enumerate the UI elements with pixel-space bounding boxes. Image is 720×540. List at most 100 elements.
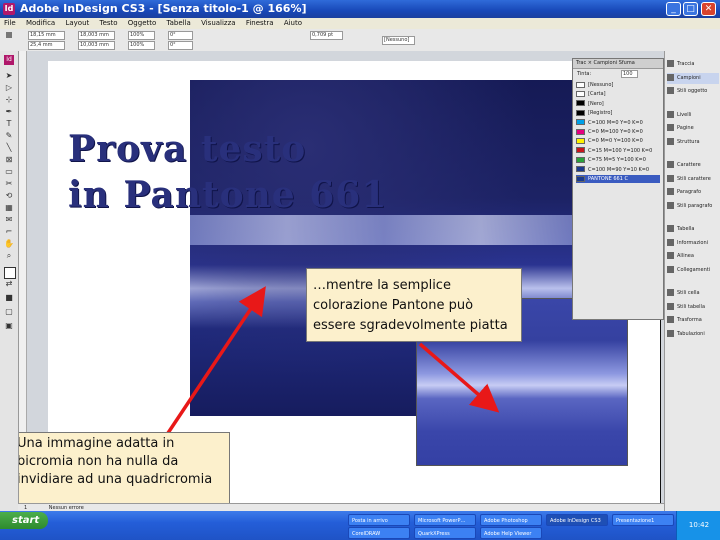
scissors-tool-icon[interactable]: ✂ [4,179,14,189]
type-tool-icon[interactable]: T [4,119,14,129]
dock-item-label: Stili carattere [677,175,711,182]
panel-icon [667,161,674,168]
dock-item[interactable]: Stili oggetto [667,86,719,97]
panel-icon [667,302,674,310]
dock-item[interactable]: Campioni [667,72,719,84]
taskbar-button[interactable]: QuarkXPress [414,527,476,539]
dock-item[interactable]: Informazioni [667,238,719,249]
swatch-label: [Nessuno] [588,82,614,88]
taskbar-button[interactable]: Posta in arrivo [348,514,410,526]
swatch-chip [576,109,585,116]
panel-icon [667,225,674,232]
gradient-tool-icon[interactable]: ▦ [4,203,14,213]
swatch-item[interactable]: C=0 M=100 Y=0 K=0 [576,128,660,136]
panel-icon [667,252,674,259]
dock-item[interactable]: Stili carattere [667,174,719,185]
panel-dock: Traccia Campioni Stili oggetto Livelli Pagin… [664,51,720,511]
dock-item[interactable]: Tabulazioni [667,329,719,340]
dock-item[interactable]: Stili cella [667,288,719,299]
swatch-item[interactable]: C=100 M=0 Y=0 K=0 [576,119,660,127]
preview-view-icon[interactable]: ▣ [4,321,14,331]
dock-item[interactable]: Traccia [667,59,719,70]
swatch-chip [576,128,585,135]
callout-flat-pantone: …mentre la semplice colorazione Pantone … [306,268,522,342]
zoom-tool-icon[interactable]: ⌕ [4,251,14,261]
panel-icon [667,110,674,118]
dock-item-label: Paragrafo [677,189,702,195]
direct-selection-icon[interactable]: ▷ [4,83,14,93]
dock-item-label: Struttura [677,138,700,145]
dock-item[interactable]: Trasforma [667,315,719,326]
dock-item[interactable]: Struttura [667,137,719,148]
swatch-chip [576,119,585,126]
taskbar-button[interactable]: Adobe Help Viewer [480,527,542,539]
dock-item[interactable]: Stili paragrafo [667,201,719,212]
dock-item-label: Informazioni [677,239,708,246]
free-transform-icon[interactable]: ⟲ [4,191,14,201]
taskbar-button[interactable]: Microsoft PowerP… [414,514,476,526]
swatch-chip [576,166,585,173]
panel-icon [667,188,674,195]
hand-tool-icon[interactable]: ✋ [4,239,14,249]
taskbar-button[interactable]: Adobe InDesign CS3 [546,514,608,526]
swatch-label: C=15 M=100 Y=100 K=0 [588,147,653,154]
callout-duotone: Una immagine adatta in bicromia non ha n… [10,432,230,508]
dock-item-label: Stili cella [677,290,700,296]
tools-panel: Id ➤ ▷ ⊹ ✒ T ✎ ╲ ⊠ ▭ ✂ ⟲ ▦ ✉ ⌐ ✋ ⌕ ⇄ ■ ▢… [0,51,19,511]
dock-item-label: Pagine [677,125,694,131]
dock-item[interactable]: Livelli [667,110,719,121]
swatch-label: [Carta] [588,91,606,98]
swatch-label: C=100 M=0 Y=0 K=0 [588,119,643,126]
fill-swatch-icon[interactable] [4,267,16,279]
swatch-chip [576,81,585,88]
selection-tool-icon[interactable]: ➤ [4,71,14,81]
dock-item[interactable]: Carattere [667,160,719,171]
swap-fill-stroke-icon[interactable]: ⇄ [4,279,14,289]
swatch-item[interactable]: [Nessuno] [576,81,660,89]
swatch-label: PANTONE 661 C [588,176,628,182]
swatches-panel-tabs[interactable]: Trac × Campioni Sfuma [573,59,663,69]
dock-item[interactable]: Pagine [667,123,719,134]
dock-item[interactable]: Paragrafo [667,187,719,198]
swatch-item[interactable]: C=0 M=0 Y=100 K=0 [576,137,660,145]
dock-item-label: Allinea [677,253,694,259]
dock-item-label: Tabulazioni [677,330,705,337]
taskbar-button[interactable]: Adobe Photoshop [480,514,542,526]
swatch-item[interactable]: [Registro] [576,109,660,117]
panel-icon [667,124,674,131]
dock-item[interactable]: Allinea [667,251,719,262]
swatch-item[interactable]: C=15 M=100 Y=100 K=0 [576,147,660,155]
pencil-tool-icon[interactable]: ✎ [4,131,14,141]
taskbar-button[interactable]: Presentazione1 [612,514,674,526]
panel-icon [667,87,674,94]
position-tool-icon[interactable]: ⊹ [4,95,14,105]
left-callout-arrow [164,286,266,437]
rectangle-tool-icon[interactable]: ▭ [4,167,14,177]
swatch-chip [576,147,585,154]
line-tool-icon[interactable]: ╲ [4,143,14,153]
swatch-item[interactable]: [Nero] [576,100,660,108]
dock-item[interactable]: Stili tabella [667,302,719,313]
swatch-label: [Registro] [588,110,613,117]
normal-view-icon[interactable]: ▢ [4,307,14,317]
apply-color-icon[interactable]: ■ [4,293,14,303]
swatch-chip [576,137,585,144]
panel-icon [667,73,674,81]
dock-item[interactable]: Collegamenti [667,265,719,276]
swatch-item[interactable]: C=75 M=5 Y=100 K=0 [576,156,660,164]
pen-tool-icon[interactable]: ✒ [4,107,14,117]
tint-field[interactable]: 100 [621,70,638,78]
taskbar-button[interactable]: CorelDRAW [348,527,410,539]
eyedropper-tool-icon[interactable]: ⌐ [4,227,14,237]
panel-icon [667,174,674,182]
dock-item[interactable]: Tabella [667,224,719,235]
dock-item-label: Campioni [677,74,701,81]
swatch-item[interactable]: [Carta] [576,90,660,98]
tint-label: Tinta: [577,71,592,77]
swatch-item[interactable]: PANTONE 661 C [576,175,660,183]
frame-tool-icon[interactable]: ⊠ [4,155,14,165]
note-tool-icon[interactable]: ✉ [4,215,14,225]
panel-icon [667,265,674,273]
swatch-item[interactable]: C=100 M=90 Y=10 K=0 [576,166,660,174]
start-button[interactable]: start [0,512,48,529]
